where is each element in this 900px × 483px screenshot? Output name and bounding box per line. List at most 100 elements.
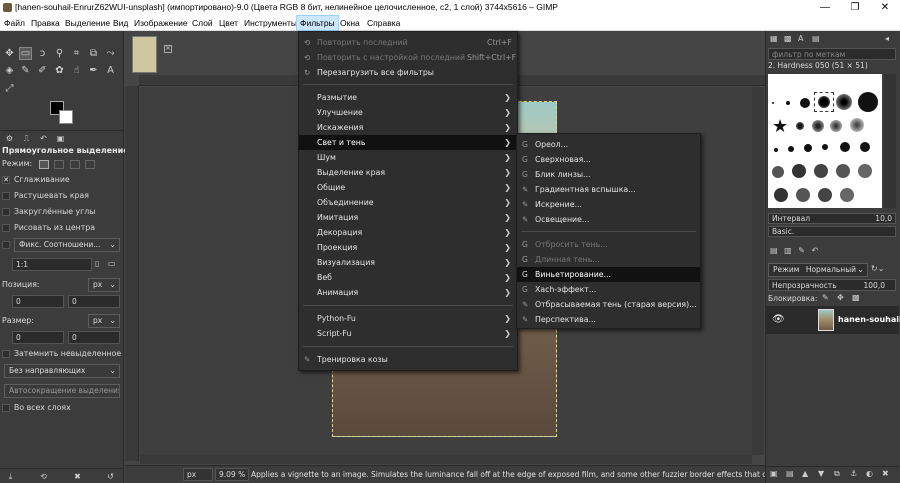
anchor-layer-icon[interactable]: ⚓ xyxy=(850,469,857,478)
maximize-button[interactable]: ❐ xyxy=(840,0,870,15)
menu-item-map[interactable]: Проекция ❯ xyxy=(299,240,517,255)
layer-mode-dropdown[interactable]: Режим Нормальный ⌄ xyxy=(768,263,868,277)
ratio-field[interactable]: 1:1 xyxy=(12,258,92,271)
patterns-tab-icon[interactable]: ▩ xyxy=(784,34,795,44)
menu-item-decor[interactable]: Декорация ❯ xyxy=(299,225,517,240)
menu-item-lens-flare[interactable]: G Блик линзы... xyxy=(517,167,700,182)
rect-select-tool-icon[interactable]: ▭ xyxy=(19,47,32,60)
menu-item-lighting[interactable]: ✎ Освещение... xyxy=(517,212,700,227)
highlight-option[interactable]: Затемнить невыделенное xyxy=(2,347,122,360)
document-history-tab-icon[interactable]: ▤ xyxy=(812,34,823,44)
menu-item-light-shadow[interactable]: Свет и тень ❯ xyxy=(299,135,517,150)
path-tool-icon[interactable]: ✒ xyxy=(87,64,100,77)
layer-row[interactable]: 👁 hanen-souhail xyxy=(766,306,900,334)
dock-menu-icon[interactable]: ◂ xyxy=(885,34,896,44)
menu-item-animation[interactable]: Анимация ❯ xyxy=(299,285,517,300)
unit-select[interactable]: px xyxy=(183,468,213,481)
menu-item-gradient-flare[interactable]: ✎ Градиентная вспышка... xyxy=(517,182,700,197)
lock-position-icon[interactable]: ✥ xyxy=(837,293,844,302)
size-unit-dropdown[interactable]: px ⌄ xyxy=(88,314,120,328)
lower-layer-icon[interactable]: ▼ xyxy=(818,469,824,478)
menu-item-supernova[interactable]: G Сверхновая... xyxy=(517,152,700,167)
raise-layer-icon[interactable]: ▲ xyxy=(802,469,808,478)
fonts-tab-icon[interactable]: A xyxy=(798,34,809,44)
undo-history-tab-icon[interactable]: ↶ xyxy=(37,132,50,145)
menu-item-vignette[interactable]: G Виньетирование... xyxy=(517,267,700,282)
menu-layer[interactable]: Слой xyxy=(189,15,216,31)
menu-item-perspective[interactable]: ✎ Перспектива... xyxy=(517,312,700,327)
menu-view[interactable]: Вид xyxy=(110,15,131,31)
menu-item-render[interactable]: Визуализация ❯ xyxy=(299,255,517,270)
mask-layer-icon[interactable]: ◐ xyxy=(866,469,873,478)
menu-image[interactable]: Изображение xyxy=(131,15,191,31)
zoom-select[interactable]: 9.09 % xyxy=(215,468,249,481)
position-y-field[interactable]: 0 xyxy=(68,295,120,308)
close-window-button[interactable]: ✕ xyxy=(870,0,900,15)
delete-options-icon[interactable]: ✖ xyxy=(71,470,84,483)
feather-option[interactable]: Растушевать края xyxy=(2,189,122,202)
background-color-swatch[interactable] xyxy=(59,110,73,124)
interval-slider[interactable]: Интервал 10,0 xyxy=(768,213,896,224)
menu-item-combine[interactable]: Объединение ❯ xyxy=(299,195,517,210)
menu-item-drop-shadow[interactable]: G Отбросить тень... xyxy=(517,237,700,252)
opacity-slider[interactable]: Непрозрачность 100,0 xyxy=(768,279,896,291)
menu-help[interactable]: Справка xyxy=(364,15,403,31)
lock-alpha-icon[interactable]: ▩ xyxy=(852,293,860,302)
brush-tag-filter-input[interactable]: фильтр по меткам xyxy=(768,48,896,60)
all-layers-checkbox[interactable] xyxy=(2,403,10,412)
smudge-tool-icon[interactable]: ☝ xyxy=(70,64,83,77)
tool-options-tab-icon[interactable]: ⚙ xyxy=(3,132,16,145)
antialias-option[interactable]: Сглаживание xyxy=(2,173,122,186)
paintbrush-icon[interactable]: ✎ xyxy=(19,64,32,77)
menu-edit[interactable]: Правка xyxy=(28,15,63,31)
menu-item-xach-effect[interactable]: G Xach-эффект... xyxy=(517,282,700,297)
guides-dropdown[interactable]: Без направляющих ⌄ xyxy=(4,364,120,378)
portrait-icon[interactable]: ▯ xyxy=(95,259,105,269)
menu-item-reset-filters[interactable]: ↻ Перезагрузить все фильтры xyxy=(299,65,517,80)
menu-item-edge-detect[interactable]: Выделение края ❯ xyxy=(299,165,517,180)
from-center-option[interactable]: Рисовать из центра xyxy=(2,221,122,234)
fixed-ratio-dropdown[interactable]: Фикс. Соотношени... ⌄ xyxy=(14,238,120,252)
clone-tool-icon[interactable]: ✿ xyxy=(53,64,66,77)
delete-layer-icon[interactable]: ✖ xyxy=(882,469,889,478)
mode-intersect-icon[interactable] xyxy=(85,159,96,169)
close-tab-icon[interactable]: ✕ xyxy=(164,45,172,53)
size-h-field[interactable]: 0 xyxy=(68,331,120,344)
menu-item-goat-exercise[interactable]: ✎ Тренировка козы xyxy=(299,352,517,367)
brushes-scrollbar[interactable] xyxy=(884,74,896,208)
lock-pixels-icon[interactable]: ✎ xyxy=(822,293,829,302)
menu-item-supernova-halo[interactable]: G Ореол... xyxy=(517,137,700,152)
menu-item-web[interactable]: Веб ❯ xyxy=(299,270,517,285)
menu-item-reshow-last[interactable]: ⟲ Повторить с настройкой последний Shift+C… xyxy=(299,50,517,65)
layer-composite-icon[interactable]: ↻⌄ xyxy=(871,264,895,276)
mode-replace-icon[interactable] xyxy=(38,159,49,169)
eraser-icon[interactable]: ✐ xyxy=(36,64,49,77)
menu-color[interactable]: Цвет xyxy=(216,15,241,31)
menu-windows[interactable]: Окна xyxy=(337,15,363,31)
layer-name[interactable]: hanen-souhail xyxy=(838,315,900,324)
duplicate-layer-icon[interactable]: ⧉ xyxy=(834,469,840,479)
menu-file[interactable]: Файл xyxy=(1,15,28,31)
undo-tab-icon[interactable]: ↶ xyxy=(811,246,818,255)
menu-filters[interactable]: Фильтры xyxy=(296,15,339,31)
channels-tab-icon[interactable]: ▥ xyxy=(784,246,792,255)
vertical-scrollbar[interactable] xyxy=(752,87,764,455)
highlight-checkbox[interactable] xyxy=(2,349,10,358)
from-center-checkbox[interactable] xyxy=(2,223,10,232)
size-w-field[interactable]: 0 xyxy=(12,331,64,344)
brushes-tab-icon[interactable]: ▦ xyxy=(770,34,781,44)
menu-item-distorts[interactable]: Искажения ❯ xyxy=(299,120,517,135)
menu-item-sparkle[interactable]: ✎ Искрение... xyxy=(517,197,700,212)
mode-subtract-icon[interactable] xyxy=(69,159,80,169)
crop-tool-icon[interactable]: ⌗ xyxy=(70,47,83,60)
menu-item-generic[interactable]: Общие ❯ xyxy=(299,180,517,195)
menu-item-python-fu[interactable]: Python-Fu ❯ xyxy=(299,311,517,326)
bucket-fill-icon[interactable]: ◈ xyxy=(3,64,16,77)
eye-visibility-icon[interactable]: 👁 xyxy=(772,314,785,325)
fuzzy-select-icon[interactable]: ⚲ xyxy=(53,47,66,60)
landscape-icon[interactable]: ▭ xyxy=(108,259,118,269)
minimize-button[interactable]: — xyxy=(810,0,840,15)
transform-tool-icon[interactable]: ⧉ xyxy=(87,47,100,60)
color-picker-icon[interactable]: ⤢ xyxy=(3,82,16,95)
brush-preset-field[interactable]: Basic. xyxy=(768,226,896,237)
